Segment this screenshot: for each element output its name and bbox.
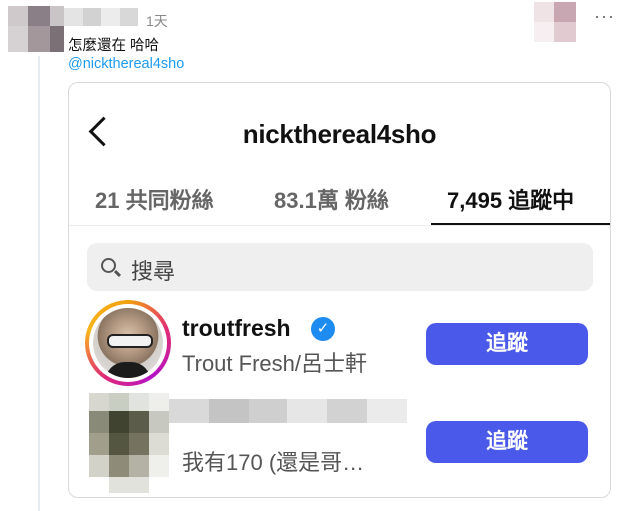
tweet-text: 怎麼還在 哈哈 — [68, 38, 160, 54]
more-icon[interactable]: ··· — [594, 6, 615, 27]
tab-mutual-followers[interactable]: 21 共同粉絲 — [95, 183, 214, 215]
glasses — [107, 334, 153, 348]
tweet-author-avatar[interactable] — [8, 6, 64, 52]
search-icon — [101, 258, 116, 273]
account-handle[interactable]: troutfresh — [182, 315, 291, 342]
blurred-avatar-right — [534, 2, 576, 42]
account-display-name: 我有170 (還是哥… — [182, 450, 365, 475]
embedded-screenshot: nickthereal4sho 21 共同粉絲 83.1萬 粉絲 7,495 追… — [68, 82, 611, 498]
verified-badge-icon: ✓ — [311, 317, 335, 341]
story-ring — [89, 304, 167, 382]
mention-link[interactable]: @nickthereal4sho — [68, 56, 184, 72]
follow-button[interactable]: 追蹤 — [426, 421, 588, 463]
search-placeholder: 搜尋 — [131, 259, 176, 284]
search-field[interactable]: 搜尋 — [87, 243, 593, 291]
tweet-author-name[interactable] — [64, 8, 138, 26]
account-display-name: Trout Fresh/呂士軒 — [182, 351, 367, 376]
profile-photo — [93, 308, 163, 378]
tweet-time[interactable]: 1天 — [146, 11, 168, 31]
tab-followers[interactable]: 83.1萬 粉絲 — [274, 183, 389, 215]
thread-line — [38, 56, 40, 511]
shirt — [105, 362, 151, 378]
account-avatar-troutfresh[interactable] — [85, 300, 171, 386]
blurred-account-handle[interactable] — [169, 399, 407, 423]
blurred-account-avatar[interactable] — [89, 393, 169, 493]
tab-divider — [69, 225, 610, 226]
tab-following[interactable]: 7,495 追蹤中 — [447, 183, 574, 215]
follow-button[interactable]: 追蹤 — [426, 323, 588, 365]
profile-username: nickthereal4sho — [242, 119, 437, 149]
